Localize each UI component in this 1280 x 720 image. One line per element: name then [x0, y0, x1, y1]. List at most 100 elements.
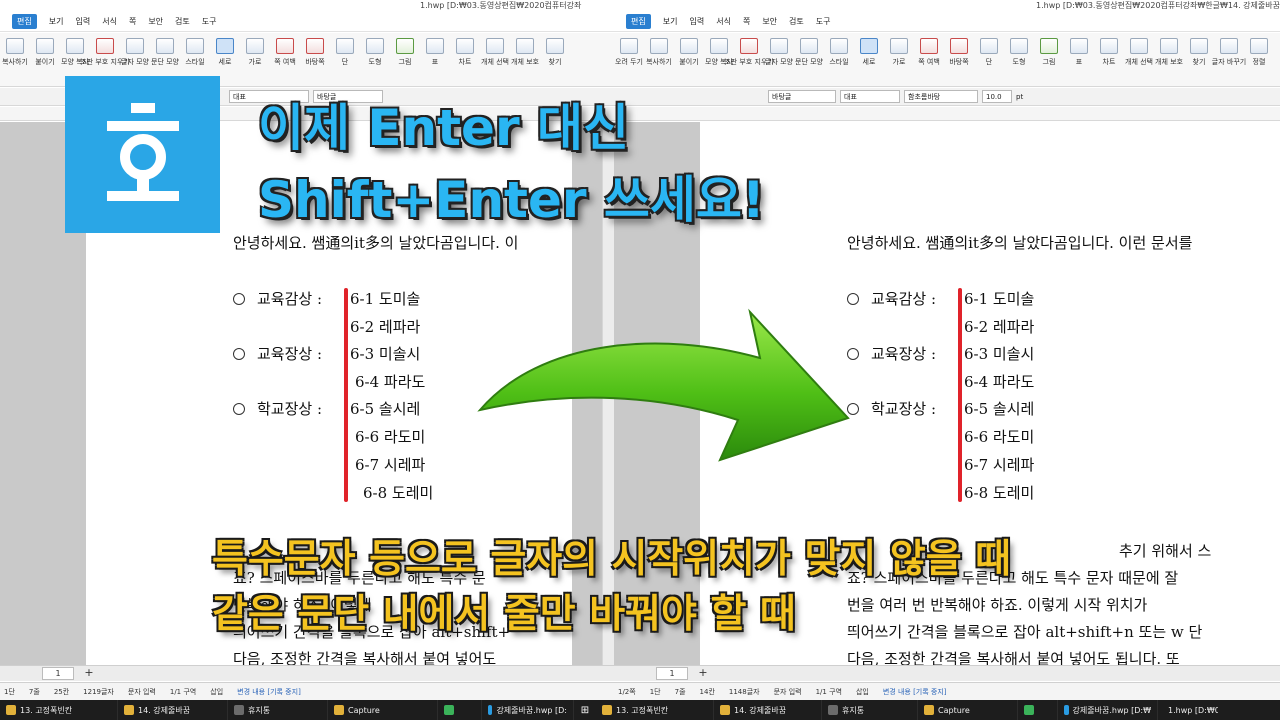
cut-button[interactable]: 오려 두기 [615, 33, 643, 67]
table-button[interactable]: 표 [1066, 33, 1092, 67]
char-shape-button[interactable]: 글자 모양 [121, 33, 149, 67]
master-page-button[interactable]: 바탕쪽 [302, 33, 328, 67]
taskbar-item[interactable]: 강제줄바꿈.hwp [D:₩ [1058, 700, 1158, 720]
menu-tools[interactable]: 도구 [816, 16, 831, 27]
font-size-input[interactable]: 10.0 [982, 90, 1012, 103]
sort-button[interactable]: 정렬 [1246, 33, 1272, 67]
font-select[interactable]: 함초롬바탕 [904, 90, 978, 103]
taskbar-item[interactable]: 강제줄바꿈.hwp [D: [482, 700, 574, 720]
master-page-button[interactable]: 바탕쪽 [946, 33, 972, 67]
caption-line-1: 특수문자 등으로 글자의 시작위치가 맞지 않을 때 [212, 537, 1012, 582]
style-select[interactable]: 바탕글 [768, 90, 836, 103]
taskbar-item[interactable]: 휴지통 [822, 700, 918, 720]
menu-tools[interactable]: 도구 [202, 16, 217, 27]
menu-security[interactable]: 보안 [762, 16, 777, 27]
landscape-button[interactable]: 가로 [242, 33, 268, 67]
page-margin-button[interactable]: 쪽 여백 [272, 33, 298, 67]
menu-review[interactable]: 검토 [175, 16, 190, 27]
scissors-icon [620, 38, 638, 54]
menu-page[interactable]: 쪽 [129, 16, 136, 27]
taskbar-item[interactable] [1018, 700, 1058, 720]
chart-button[interactable]: 차트 [1096, 33, 1122, 67]
brush-icon [66, 38, 84, 54]
award-item: 6-1 도미솔 [350, 290, 421, 308]
taskbar-item[interactable]: 13. 고정폭빈칸 [0, 700, 118, 720]
paste-button[interactable]: 붙이기 [32, 33, 58, 67]
add-tab-button[interactable]: + [696, 667, 710, 680]
page-tab[interactable]: 1 [42, 667, 74, 680]
taskbar-item[interactable]: 휴지통 [228, 700, 328, 720]
chart-button[interactable]: 차트 [452, 33, 478, 67]
status-track-changes[interactable]: 변경 내용 [기록 중지] [883, 687, 947, 697]
taskbar-item[interactable]: 13. 고정폭빈칸 [596, 700, 714, 720]
status-track-changes[interactable]: 변경 내용 [기록 중지] [237, 687, 301, 697]
picture-button[interactable]: 그림 [392, 33, 418, 67]
page-tab[interactable]: 1 [656, 667, 688, 680]
shape-icon [366, 38, 384, 54]
menu-insert[interactable]: 입력 [689, 16, 704, 27]
landscape-button[interactable]: 가로 [886, 33, 912, 67]
picture-button[interactable]: 그림 [1036, 33, 1062, 67]
copy-button[interactable]: 복사하기 [646, 33, 672, 67]
taskbar-item[interactable]: Capture [918, 700, 1018, 720]
table-button[interactable]: 표 [422, 33, 448, 67]
replace-button[interactable]: 글자 바꾸기 [1212, 33, 1246, 67]
menu-view[interactable]: 보기 [663, 16, 678, 27]
status-col: 25칸 [53, 687, 70, 696]
menu-view[interactable]: 보기 [49, 16, 64, 27]
menu-page[interactable]: 쪽 [743, 16, 750, 27]
award-label: 학교장상 : [257, 400, 323, 418]
find-button[interactable]: 찾기 [542, 33, 568, 67]
clear-codes-button[interactable]: 조판 부호 지우기 [724, 33, 774, 67]
menu-security[interactable]: 보안 [148, 16, 163, 27]
status-input-mode: 문자 입력 [773, 687, 802, 696]
windows-start-button[interactable]: ⊞ [574, 700, 596, 720]
taskbar-item[interactable]: 1.hwp [D:₩03 [1158, 700, 1218, 720]
protect-object-button[interactable]: 개체 보호 [511, 33, 539, 67]
replace-icon [1220, 38, 1238, 54]
award-label: 교육장상 : [871, 345, 937, 363]
menu-format[interactable]: 서식 [102, 16, 117, 27]
select-object-button[interactable]: 개체 선택 [1125, 33, 1153, 67]
status-insert[interactable]: 삽입 [856, 687, 869, 697]
char-shape-button[interactable]: 글자 모양 [765, 33, 793, 67]
circle-bullet [233, 292, 245, 305]
folder-icon [334, 705, 344, 715]
shape-button[interactable]: 도형 [1006, 33, 1032, 67]
status-chars: 1219글자 [83, 687, 114, 696]
menu-insert[interactable]: 입력 [75, 16, 90, 27]
status-chars: 1148글자 [728, 687, 760, 696]
menu-format[interactable]: 서식 [716, 16, 731, 27]
shape-button[interactable]: 도형 [362, 33, 388, 67]
paragraph-line: 띄어쓰기 간격을 블록으로 잡아 alt+shift+n 또는 w 단 [847, 623, 1203, 641]
para-shape-button[interactable]: 문단 모양 [151, 33, 179, 67]
taskbar-item[interactable]: 14. 강제줄바꿈 [714, 700, 822, 720]
column-button[interactable]: 단 [332, 33, 358, 67]
portrait-button[interactable]: 세로 [212, 33, 238, 67]
find-button[interactable]: 찾기 [1186, 33, 1212, 67]
protect-object-button[interactable]: 개체 보호 [1155, 33, 1183, 67]
menu-edit[interactable]: 편집 [12, 14, 37, 29]
page-margin-button[interactable]: 쪽 여백 [916, 33, 942, 67]
column-button[interactable]: 단 [976, 33, 1002, 67]
status-insert[interactable]: 삽입 [210, 687, 223, 697]
add-tab-button[interactable]: + [82, 667, 96, 680]
style-button[interactable]: 스타일 [826, 33, 852, 67]
clear-codes-button[interactable]: 조판 부호 지우기 [80, 33, 130, 67]
paste-button[interactable]: 붙이기 [676, 33, 702, 67]
copy-button[interactable]: 복사하기 [2, 33, 28, 67]
portrait-button[interactable]: 세로 [856, 33, 882, 67]
style-button[interactable]: 스타일 [182, 33, 208, 67]
menu-edit[interactable]: 편집 [626, 14, 651, 29]
windows-taskbar: 13. 고정폭빈칸 14. 강제줄바꿈 휴지통 Capture 강제줄바꿈.hw… [0, 700, 1280, 720]
select-object-button[interactable]: 개체 선택 [481, 33, 509, 67]
folder-icon [124, 705, 134, 715]
style-type-select[interactable]: 대표 [840, 90, 900, 103]
taskbar-item[interactable]: 14. 강제줄바꿈 [118, 700, 228, 720]
copy-icon [650, 38, 668, 54]
para-shape-button[interactable]: 문단 모양 [795, 33, 823, 67]
taskbar-item[interactable]: Capture [328, 700, 438, 720]
menu-review[interactable]: 검토 [789, 16, 804, 27]
status-line: 7줄 [28, 687, 40, 696]
taskbar-item[interactable] [438, 700, 482, 720]
